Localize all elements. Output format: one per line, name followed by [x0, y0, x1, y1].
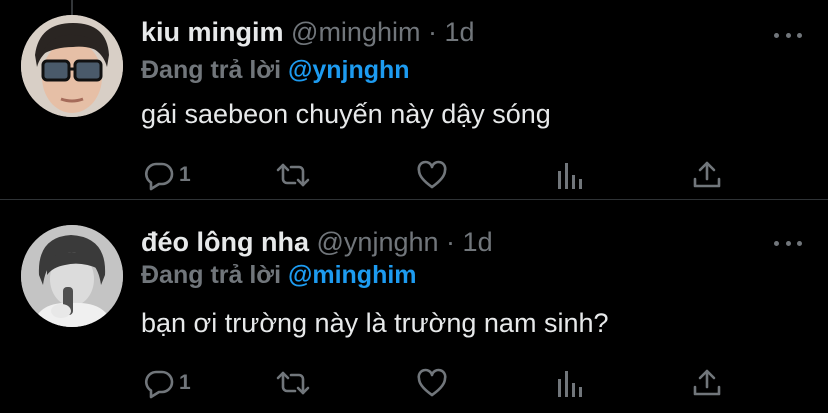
like-button[interactable]	[416, 155, 448, 195]
reply-icon	[143, 367, 175, 399]
tweet-text: bạn ơi trường này là trường nam sinh?	[141, 308, 609, 338]
display-name[interactable]: kiu mingim	[141, 17, 284, 47]
display-name[interactable]: đéo lông nha	[141, 227, 309, 257]
reply-button[interactable]: 1	[143, 363, 191, 403]
replying-label: Đang trả lời	[141, 56, 282, 84]
replying-to-mention[interactable]: @ynjnghn	[288, 56, 410, 84]
tweet-header: đéo lông nha @ynjnghn · 1d	[141, 226, 493, 258]
avatar[interactable]	[21, 15, 123, 117]
tweet-actions: 1	[0, 363, 828, 403]
analytics-icon	[556, 367, 586, 399]
replying-label: Đang trả lời	[141, 261, 282, 289]
reply-button[interactable]: 1	[143, 155, 191, 195]
tweet-text: gái saebeon chuyến này dậy sóng	[141, 99, 551, 129]
timestamp[interactable]: 1d	[463, 227, 493, 257]
separator: ·	[427, 17, 437, 47]
replying-to-mention[interactable]: @minghim	[288, 261, 417, 289]
tweet-header: kiu mingim @minghim · 1d	[141, 16, 475, 48]
like-icon	[416, 367, 448, 399]
tweet[interactable]: kiu mingim @minghim · 1d Đang trả lời @y…	[0, 0, 828, 200]
more-icon[interactable]	[774, 239, 802, 247]
reply-count: 1	[179, 371, 191, 394]
tweet-actions: 1	[0, 155, 828, 195]
like-icon	[416, 159, 448, 191]
share-icon	[692, 367, 722, 399]
reply-count: 1	[179, 163, 191, 186]
replying-to: Đang trả lời @ynjnghn	[141, 55, 410, 85]
user-handle[interactable]: @ynjnghn	[317, 227, 439, 257]
retweet-icon	[275, 159, 311, 191]
retweet-button[interactable]	[275, 155, 311, 195]
replying-to: Đang trả lời @minghim	[141, 260, 417, 290]
analytics-button[interactable]	[556, 155, 586, 195]
share-button[interactable]	[692, 155, 722, 195]
user-handle[interactable]: @minghim	[291, 17, 420, 47]
share-button[interactable]	[692, 363, 722, 403]
like-button[interactable]	[416, 363, 448, 403]
timestamp[interactable]: 1d	[445, 17, 475, 47]
analytics-icon	[556, 159, 586, 191]
retweet-icon	[275, 367, 311, 399]
retweet-button[interactable]	[275, 363, 311, 403]
reply-icon	[143, 159, 175, 191]
share-icon	[692, 159, 722, 191]
separator: ·	[446, 227, 456, 257]
analytics-button[interactable]	[556, 363, 586, 403]
more-icon[interactable]	[774, 31, 802, 39]
avatar[interactable]	[21, 225, 123, 327]
tweet[interactable]: đéo lông nha @ynjnghn · 1d Đang trả lời …	[0, 200, 828, 413]
